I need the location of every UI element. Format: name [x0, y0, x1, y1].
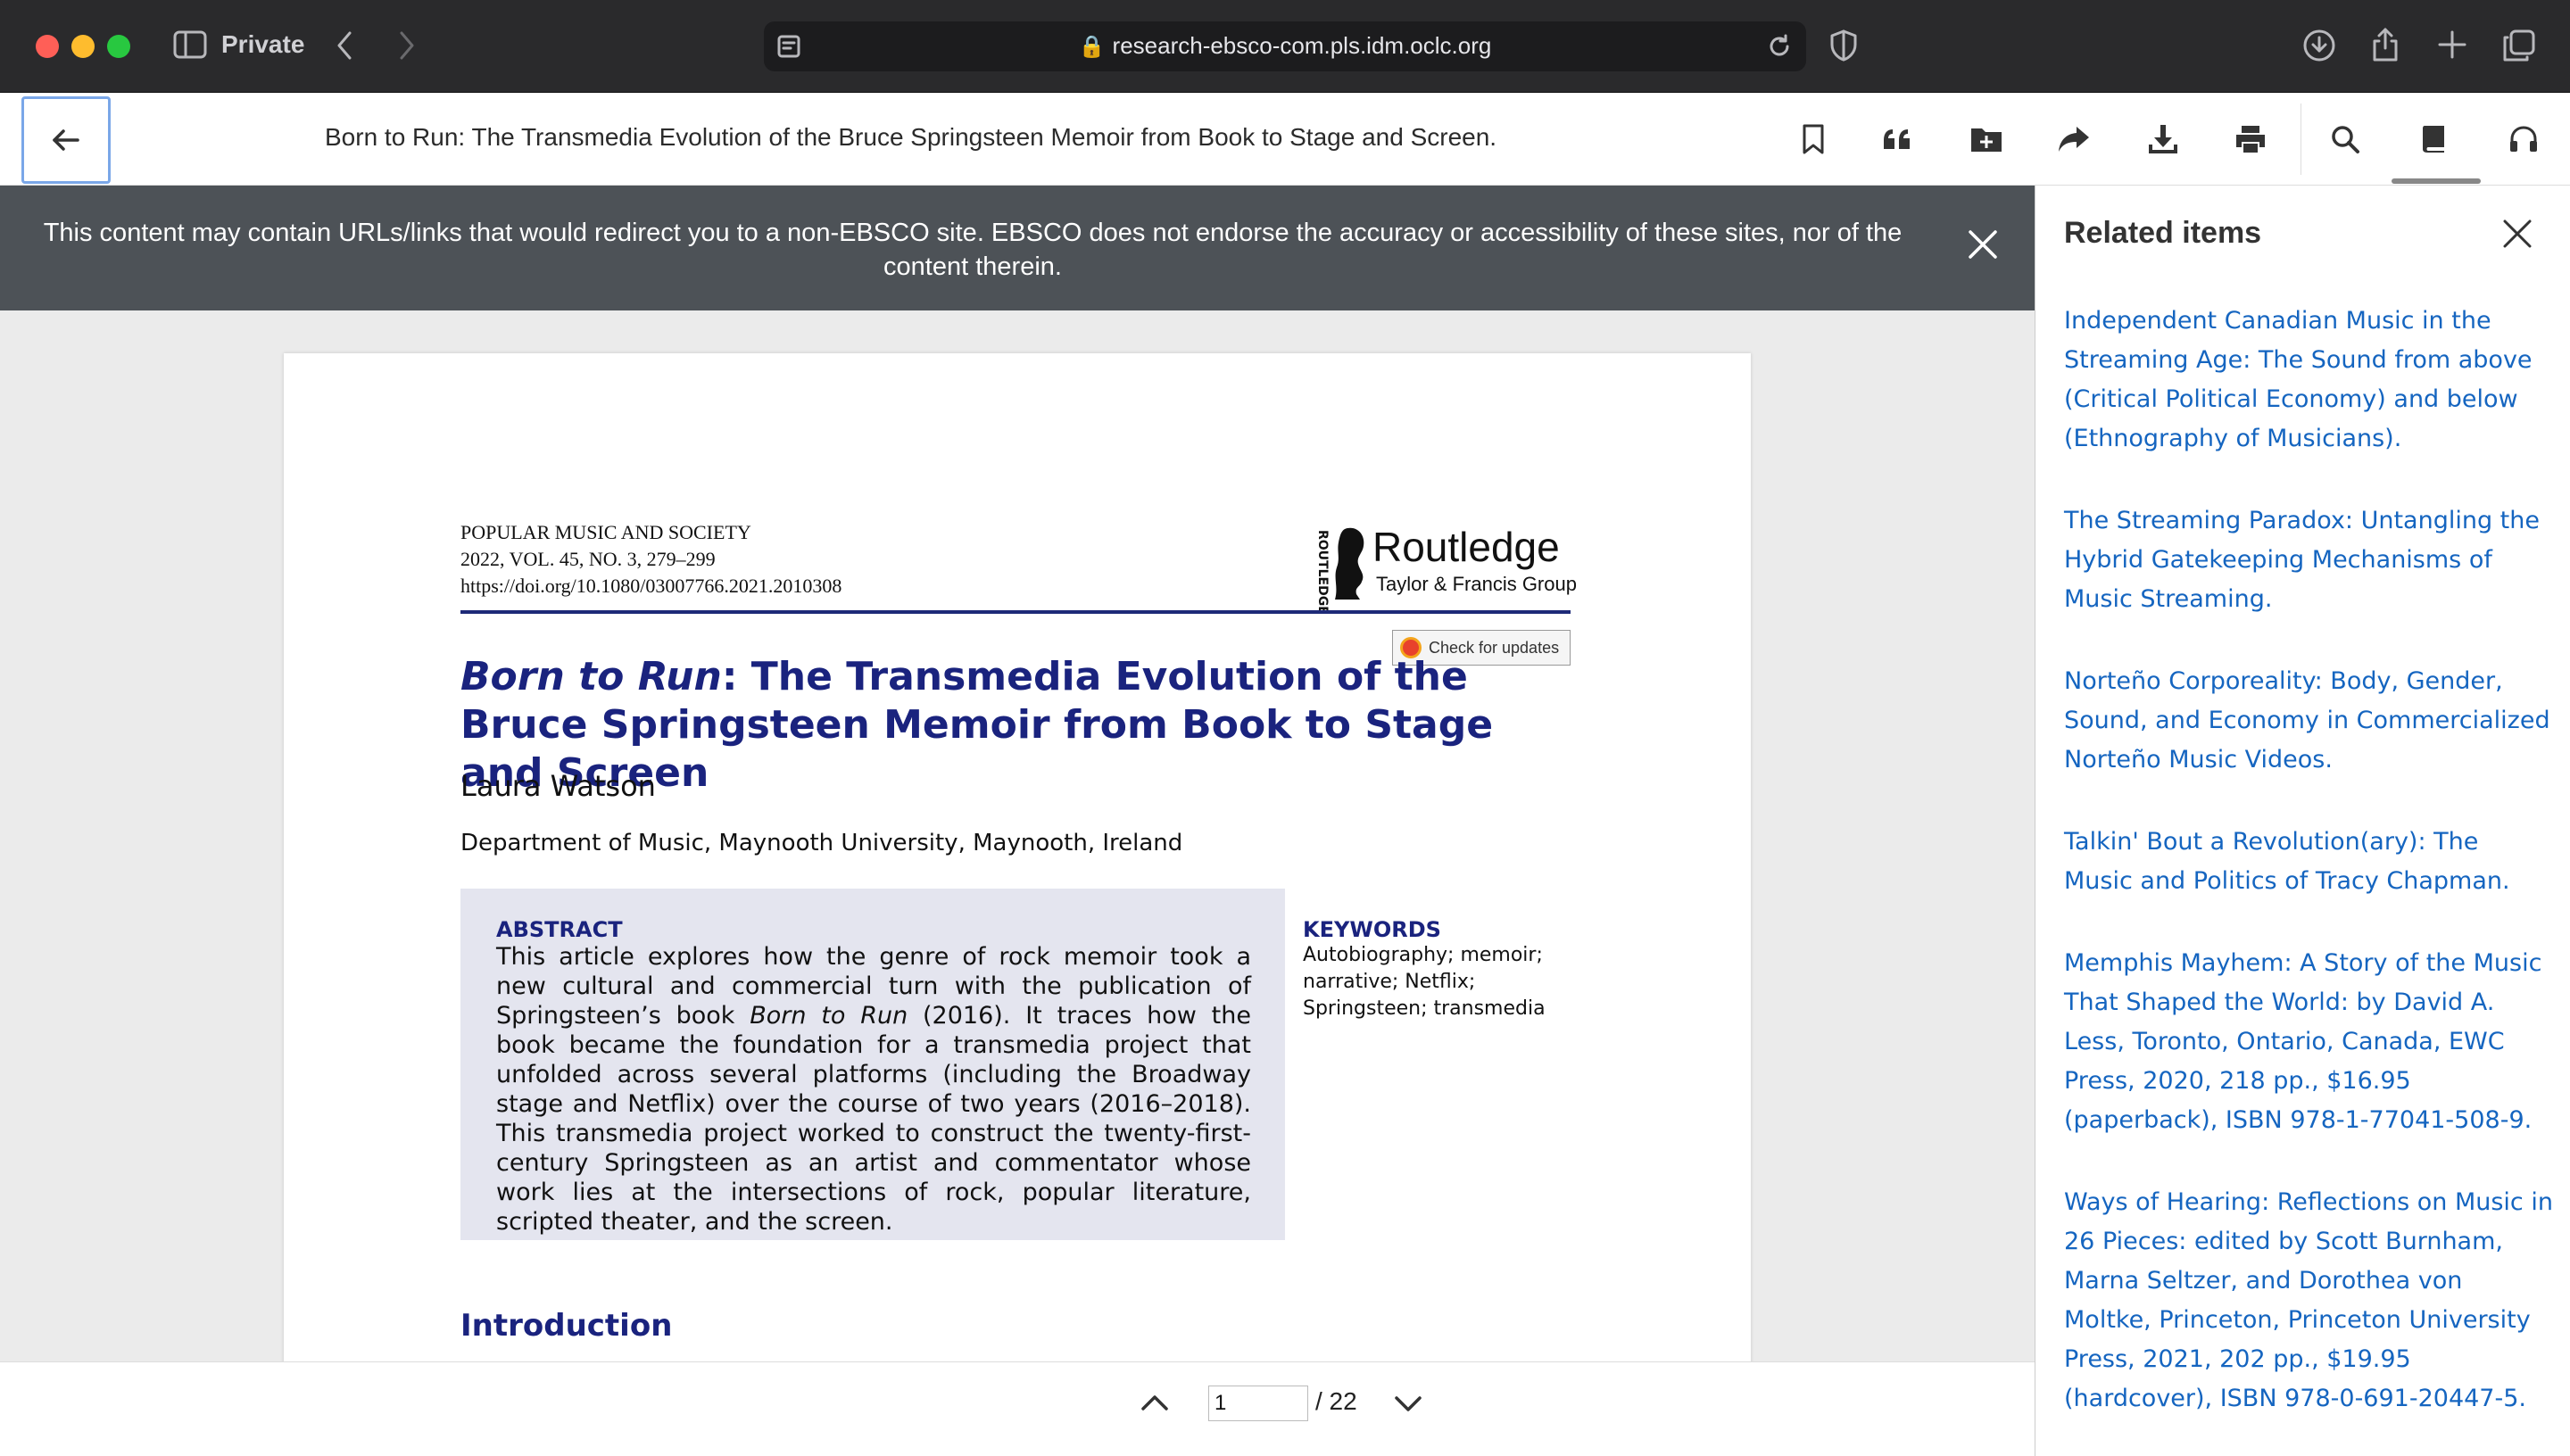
- banner-close-icon[interactable]: [1967, 228, 1999, 264]
- abstract-box: ABSTRACT This article explores how the g…: [460, 889, 1285, 1240]
- abstract-text: This article explores how the genre of r…: [496, 942, 1251, 1237]
- article-title-italic: Born to Run: [460, 654, 722, 699]
- routledge-logo: ROUTLEDGE Routledge Taylor & Francis Gro…: [1312, 523, 1579, 615]
- active-tab-indicator: [2392, 178, 2481, 184]
- pdf-viewer[interactable]: POPULAR MUSIC AND SOCIETY 2022, VOL. 45,…: [0, 310, 2035, 1361]
- bookmark-icon[interactable]: [1790, 116, 1836, 162]
- url-value: research-ebsco-com.pls.idm.oclc.org: [1112, 32, 1492, 59]
- next-page-icon[interactable]: [1392, 1387, 1424, 1423]
- page-total: / 22: [1315, 1387, 1357, 1415]
- downloads-icon[interactable]: [2302, 29, 2336, 62]
- header-rule: [460, 610, 1571, 614]
- abstract-text-part2: (2016). It traces how the book became th…: [496, 1002, 1251, 1236]
- author-affiliation: Department of Music, Maynooth University…: [460, 830, 1183, 856]
- previous-page-icon[interactable]: [1139, 1387, 1171, 1423]
- lock-icon: 🔒: [1078, 35, 1106, 59]
- publisher-name: Routledge: [1372, 524, 1560, 570]
- journal-doi[interactable]: https://doi.org/10.1080/03007766.2021.20…: [460, 573, 841, 600]
- page-number-input[interactable]: [1208, 1386, 1308, 1421]
- related-items-list: Independent Canadian Music in the Stream…: [2064, 302, 2553, 1456]
- related-item-link[interactable]: Memphis Mayhem: A Story of the Music Tha…: [2064, 944, 2553, 1140]
- keywords-heading: KEYWORDS: [1303, 917, 1441, 942]
- address-bar[interactable]: 🔒 research-ebsco-com.pls.idm.oclc.org: [764, 21, 1806, 71]
- related-items-heading: Related items: [2064, 216, 2262, 250]
- publisher-group: Taylor & Francis Group: [1376, 573, 1577, 595]
- external-links-banner: This content may contain URLs/links that…: [0, 186, 2035, 310]
- abstract-book-title: Born to Run: [750, 1002, 908, 1030]
- abstract-heading: ABSTRACT: [496, 917, 623, 942]
- related-item-link[interactable]: Norteño Corporeality: Body, Gender, Soun…: [2064, 662, 2553, 780]
- arrow-left-icon: [53, 129, 79, 151]
- zoom-window-button[interactable]: [107, 35, 130, 58]
- related-items-panel: Related items Independent Canadian Music…: [2035, 186, 2570, 1456]
- cite-quote-icon[interactable]: [1874, 116, 1920, 162]
- tab-overview-icon[interactable]: [2502, 29, 2536, 62]
- share-icon[interactable]: [2370, 27, 2400, 62]
- related-item-link[interactable]: Independent Canadian Music in the Stream…: [2064, 302, 2553, 459]
- shield-icon[interactable]: [1829, 29, 1858, 62]
- forward-nav-icon[interactable]: [398, 30, 416, 61]
- banner-message: This content may contain URLs/links that…: [43, 219, 1903, 281]
- back-button[interactable]: [21, 96, 111, 184]
- close-window-button[interactable]: [36, 35, 59, 58]
- document-toolbar: Born to Run: The Transmedia Evolution of…: [0, 93, 2570, 186]
- related-item-link[interactable]: The Streaming Paradox: Untangling the Hy…: [2064, 501, 2553, 619]
- article-author: Laura Watson: [460, 769, 656, 803]
- minimize-window-button[interactable]: [71, 35, 95, 58]
- close-panel-icon[interactable]: [2501, 218, 2533, 253]
- url-text: 🔒 research-ebsco-com.pls.idm.oclc.org: [764, 32, 1806, 60]
- journal-name: POPULAR MUSIC AND SOCIETY: [460, 521, 751, 543]
- journal-volume: 2022, VOL. 45, NO. 3, 279–299: [460, 548, 716, 570]
- related-items-book-icon[interactable]: [2411, 116, 2458, 162]
- routledge-head-icon: [1335, 527, 1364, 600]
- document-title: Born to Run: The Transmedia Evolution of…: [325, 123, 1497, 151]
- new-tab-icon[interactable]: [2436, 29, 2468, 61]
- reload-icon[interactable]: [1767, 34, 1792, 59]
- keywords-list: Autobiography; memoir; narrative; Netfli…: [1303, 944, 1546, 1020]
- sidebar-toggle-icon[interactable]: [173, 30, 207, 59]
- related-item-link[interactable]: Ways of Hearing: Reflections on Music in…: [2064, 1183, 2553, 1419]
- routledge-side-text: ROUTLEDGE: [1315, 530, 1330, 615]
- print-icon[interactable]: [2227, 116, 2274, 162]
- private-label: Private: [221, 30, 305, 58]
- share-forward-icon[interactable]: [2051, 116, 2097, 162]
- related-item-link[interactable]: Talkin' Bout a Revolution(ary): The Musi…: [2064, 823, 2553, 901]
- download-icon[interactable]: [2140, 116, 2186, 162]
- introduction-heading: Introduction: [460, 1308, 673, 1344]
- search-icon[interactable]: [2322, 116, 2368, 162]
- browser-chrome: Private 🔒 research-ebsco-com.pls.idm.oclc…: [0, 0, 2570, 93]
- pdf-page: POPULAR MUSIC AND SOCIETY 2022, VOL. 45,…: [284, 353, 1751, 1361]
- add-to-folder-icon[interactable]: [1963, 116, 2010, 162]
- listen-headphones-icon[interactable]: [2500, 116, 2547, 162]
- page-navigator: / 22: [0, 1361, 2035, 1456]
- journal-meta: POPULAR MUSIC AND SOCIETY 2022, VOL. 45,…: [460, 519, 841, 600]
- back-nav-icon[interactable]: [336, 30, 353, 61]
